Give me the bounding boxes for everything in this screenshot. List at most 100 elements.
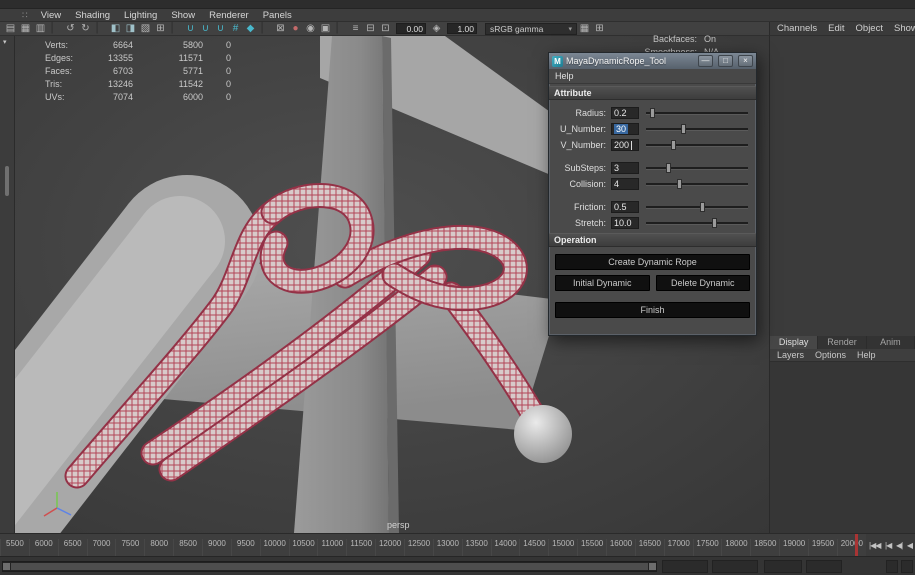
slider-handle[interactable] <box>670 140 676 150</box>
operation-section-header[interactable]: Operation <box>549 233 756 247</box>
field-slider[interactable] <box>646 139 750 151</box>
menu-item[interactable]: Lighting <box>117 10 164 21</box>
toolbar-icon[interactable]: ▦ <box>18 22 33 35</box>
panel-drag-handle[interactable] <box>5 166 9 196</box>
channel-box-menu-item[interactable]: Show <box>894 23 915 34</box>
toolbar-icon[interactable]: # <box>228 22 243 35</box>
toolbar-icon[interactable]: ◆ <box>243 22 258 35</box>
range-slider-track[interactable] <box>11 563 648 570</box>
slider-handle[interactable] <box>677 179 683 189</box>
menu-item[interactable]: View <box>34 10 68 21</box>
playback-button[interactable]: |◀ <box>885 541 892 550</box>
toolbar-icon[interactable]: ⊡ <box>378 22 393 35</box>
toolbar-icon[interactable]: ◉ <box>303 22 318 35</box>
range-end-handle[interactable] <box>649 563 656 570</box>
layer-list-area[interactable] <box>770 362 915 533</box>
field-slider[interactable] <box>646 178 750 190</box>
field-slider[interactable] <box>646 201 750 213</box>
color-gamma-dropdown[interactable]: sRGB gamma ▾ <box>485 22 577 35</box>
help-menu[interactable]: Help <box>555 71 574 81</box>
toolbar-icon[interactable]: ▏ <box>168 22 183 35</box>
field-slider[interactable] <box>646 217 750 229</box>
clamp-icon[interactable]: ◈ <box>429 22 444 35</box>
settings-button[interactable] <box>901 560 913 573</box>
field-input[interactable]: 0.5 <box>611 201 639 213</box>
auto-key-button[interactable] <box>886 560 898 573</box>
toolbar-icon[interactable]: ⊞ <box>153 22 168 35</box>
layer-menu-item[interactable]: Options <box>815 350 846 360</box>
field-input[interactable]: 10.0 <box>611 217 639 229</box>
toolbar-icon[interactable]: ↺ <box>63 22 78 35</box>
character-set-field[interactable] <box>662 560 708 573</box>
playback-button[interactable]: ◀| <box>896 541 903 550</box>
toolbar-icon[interactable]: ▥ <box>33 22 48 35</box>
menu-item[interactable]: Renderer <box>202 10 256 21</box>
option-field-1[interactable] <box>764 560 802 573</box>
option-field-2[interactable] <box>806 560 842 573</box>
dialog-titlebar[interactable]: M MayaDynamicRope_Tool — □ × <box>549 53 756 69</box>
toolbar-icon[interactable]: ⊟ <box>363 22 378 35</box>
slider-handle[interactable] <box>681 124 687 134</box>
field-slider[interactable] <box>646 123 750 135</box>
toolbar-icon[interactable]: ∪ <box>183 22 198 35</box>
range-slider[interactable] <box>2 561 657 572</box>
panel-expand-icon[interactable]: ▾ <box>3 38 7 46</box>
slider-handle[interactable] <box>665 163 671 173</box>
maximize-button[interactable]: □ <box>718 55 733 67</box>
field-input[interactable]: 0.2 <box>611 107 639 119</box>
current-frame-playhead[interactable] <box>855 534 858 556</box>
field-slider[interactable] <box>646 107 750 119</box>
toolbar-icon[interactable]: ▏ <box>333 22 348 35</box>
toolbar-icon[interactable]: ⊞ <box>592 22 607 35</box>
playback-button[interactable]: ◀ <box>907 541 913 550</box>
slider-handle[interactable] <box>711 218 717 228</box>
range-start-handle[interactable] <box>3 563 10 570</box>
initial-dynamic-button[interactable]: Initial Dynamic <box>555 275 650 291</box>
toolbar-icon[interactable]: ● <box>288 22 303 35</box>
slider-handle[interactable] <box>700 202 706 212</box>
menu-item[interactable]: Panels <box>256 10 299 21</box>
field-input[interactable]: 3 <box>611 162 639 174</box>
anim-layer-field[interactable] <box>712 560 758 573</box>
field-input[interactable]: 200 <box>611 139 639 151</box>
toolbar-number-field-2[interactable]: 1.00 <box>447 23 477 34</box>
toolbar-icon[interactable]: ▏ <box>48 22 63 35</box>
field-input[interactable]: 30 <box>611 123 639 135</box>
toolbar-icon[interactable]: ▏ <box>258 22 273 35</box>
playback-button[interactable]: |◀◀ <box>869 541 881 550</box>
layer-tab[interactable]: Anim <box>867 336 915 349</box>
finish-button[interactable]: Finish <box>555 302 750 318</box>
slider-handle[interactable] <box>650 108 656 118</box>
time-slider[interactable]: 5500 6000 6500 7000 7500 8000 8500 9000 9500 1000… <box>0 533 866 556</box>
create-dynamic-rope-button[interactable]: Create Dynamic Rope <box>555 254 750 270</box>
layer-tab[interactable]: Display <box>770 336 819 349</box>
menu-item[interactable]: Shading <box>68 10 117 21</box>
toolbar-icon[interactable]: ↻ <box>78 22 93 35</box>
toolbar-icon[interactable]: ≡ <box>348 22 363 35</box>
attribute-section-header[interactable]: Attribute <box>549 86 756 100</box>
toolbar-icon[interactable]: ∪ <box>213 22 228 35</box>
layer-tab[interactable]: Render <box>818 336 867 349</box>
toolbar-icon[interactable]: ▣ <box>318 22 333 35</box>
channel-box-menu-item[interactable]: Edit <box>828 23 844 34</box>
menubar-grip-icon[interactable]: ∷ <box>22 10 28 21</box>
layer-menu-item[interactable]: Layers <box>777 350 804 360</box>
toolbar-icon[interactable]: ◨ <box>123 22 138 35</box>
toolbar-icon[interactable]: ◧ <box>108 22 123 35</box>
field-input[interactable]: 4 <box>611 178 639 190</box>
channel-box-menu-item[interactable]: Channels <box>777 23 817 34</box>
menu-item[interactable]: Show <box>164 10 202 21</box>
toolbar-icon[interactable]: ▏ <box>93 22 108 35</box>
channel-box-menu-item[interactable]: Object <box>856 23 883 34</box>
toolbar-icon[interactable]: ▦ <box>577 22 592 35</box>
toolbar-icon[interactable]: ∪ <box>198 22 213 35</box>
toolbar-icon[interactable]: ⊠ <box>273 22 288 35</box>
close-button[interactable]: × <box>738 55 753 67</box>
toolbar-number-field-1[interactable]: 0.00 <box>396 23 426 34</box>
minimize-button[interactable]: — <box>698 55 713 67</box>
layer-menu-item[interactable]: Help <box>857 350 876 360</box>
delete-dynamic-button[interactable]: Delete Dynamic <box>655 275 750 291</box>
toolbar-icon[interactable]: ▤ <box>3 22 18 35</box>
field-slider[interactable] <box>646 162 750 174</box>
rope-end-sphere[interactable] <box>514 405 572 463</box>
